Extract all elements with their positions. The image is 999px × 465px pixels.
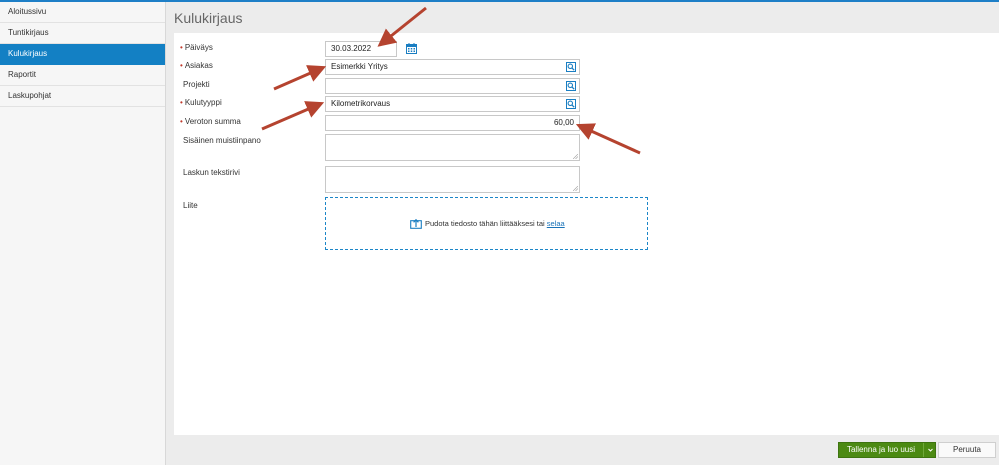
save-options-toggle[interactable] (923, 443, 936, 457)
browse-link[interactable]: selaa (547, 219, 565, 228)
resize-handle-icon[interactable] (573, 154, 578, 159)
customer-label: • Asiakas (180, 61, 213, 70)
required-marker: • (180, 61, 183, 70)
sidebar-item-tuntikirjaus[interactable]: Tuntikirjaus (0, 23, 165, 44)
dropzone-text: Pudota tiedosto tähän liittääksesi tai (425, 219, 545, 228)
search-list-icon[interactable] (566, 81, 576, 91)
project-input[interactable] (325, 78, 580, 94)
date-label: • Päiväys (180, 43, 213, 52)
sidebar-item-aloitussivu[interactable]: Aloitussivu (0, 2, 165, 23)
invoice-text-row: Laskun tekstirivi (174, 166, 654, 196)
date-row: • Päiväys 30.03.2022 (174, 41, 654, 59)
required-marker: • (180, 98, 183, 107)
customer-value: Esimerkki Yritys (331, 62, 388, 71)
footer-bar: Tallenna ja luo uusi Peruuta (174, 435, 999, 465)
expense-form: • Päiväys 30.03.2022 • Asiakas Esimerkki Y… (174, 33, 999, 437)
required-marker: • (180, 43, 183, 52)
date-input[interactable]: 30.03.2022 (325, 41, 397, 57)
upload-icon (410, 218, 422, 229)
sidebar-item-laskupohjat[interactable]: Laskupohjat (0, 86, 165, 107)
resize-handle-icon[interactable] (573, 186, 578, 191)
sidebar: Aloitussivu Tuntikirjaus Kulukirjaus Rap… (0, 2, 166, 465)
customer-input[interactable]: Esimerkki Yritys (325, 59, 580, 75)
internal-note-row: Sisäinen muistiinpano (174, 134, 654, 164)
cancel-button[interactable]: Peruuta (938, 442, 996, 458)
sidebar-item-kulukirjaus[interactable]: Kulukirjaus (0, 44, 165, 65)
invoice-text-textarea[interactable] (325, 166, 580, 193)
search-list-icon[interactable] (566, 62, 576, 72)
chevron-down-icon (928, 448, 933, 452)
attachment-label: Liite (183, 201, 198, 210)
search-list-icon[interactable] (566, 99, 576, 109)
amount-row: • Veroton summa 60,00 (174, 115, 654, 133)
save-and-new-button[interactable]: Tallenna ja luo uusi (838, 442, 936, 458)
attachment-dropzone[interactable]: Pudota tiedosto tähän liittääksesi tai s… (325, 197, 648, 250)
save-and-new-label: Tallenna ja luo uusi (846, 445, 916, 454)
customer-row: • Asiakas Esimerkki Yritys (174, 59, 654, 77)
sidebar-item-raportit[interactable]: Raportit (0, 65, 165, 86)
project-label: Projekti (183, 80, 210, 89)
expense-type-value: Kilometrikorvaus (331, 99, 391, 108)
project-row: Projekti (174, 78, 654, 96)
invoice-text-label: Laskun tekstirivi (183, 168, 240, 177)
amount-label: • Veroton summa (180, 117, 241, 126)
expense-type-row: • Kulutyyppi Kilometrikorvaus (174, 96, 654, 114)
date-value: 30.03.2022 (331, 44, 372, 53)
internal-note-textarea[interactable] (325, 134, 580, 161)
expense-type-label: • Kulutyyppi (180, 98, 222, 107)
page-title: Kulukirjaus (174, 10, 243, 26)
calendar-icon[interactable] (406, 43, 417, 54)
amount-input[interactable]: 60,00 (325, 115, 580, 131)
required-marker: • (180, 117, 183, 126)
main-area: Kulukirjaus • Päiväys 30.03.2022 • Asiakas… (166, 2, 999, 465)
dropzone-message: Pudota tiedosto tähän liittääksesi tai s… (410, 218, 565, 229)
expense-type-input[interactable]: Kilometrikorvaus (325, 96, 580, 112)
internal-note-label: Sisäinen muistiinpano (183, 136, 261, 145)
amount-value: 60,00 (553, 118, 574, 127)
